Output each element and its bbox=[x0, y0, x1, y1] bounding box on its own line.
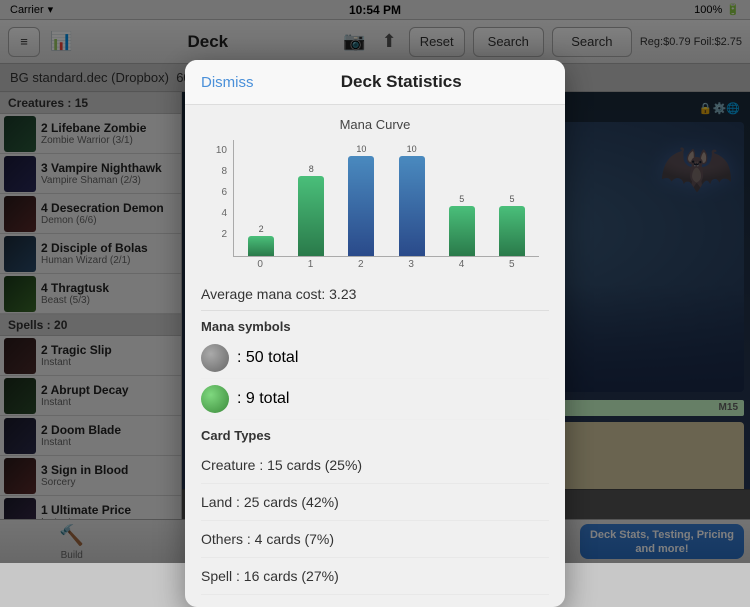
mana-row-grey: : 50 total bbox=[201, 338, 549, 379]
x-label-2: 2 bbox=[338, 259, 384, 270]
bar-1 bbox=[298, 176, 324, 256]
x-label-1: 1 bbox=[287, 259, 333, 270]
bar-0 bbox=[248, 236, 274, 256]
y-label-8: 8 bbox=[221, 166, 227, 177]
y-label-10: 10 bbox=[216, 145, 227, 156]
bar-value-5: 5 bbox=[509, 194, 514, 204]
bar-2 bbox=[348, 156, 374, 256]
mana-row-green: : 9 total bbox=[201, 379, 549, 420]
bar-value-4: 5 bbox=[459, 194, 464, 204]
mana-grey-count: : 50 total bbox=[237, 349, 298, 367]
avg-mana-cost: Average mana cost: 3.23 bbox=[201, 278, 549, 311]
mana-symbols-title: Mana symbols bbox=[201, 311, 549, 338]
dismiss-button[interactable]: Dismiss bbox=[201, 74, 254, 91]
mana-grey-symbol bbox=[201, 344, 229, 372]
modal-dialog: Dismiss Deck Statistics Mana Curve 10 8 … bbox=[185, 60, 565, 607]
mana-green-count: : 9 total bbox=[237, 390, 289, 408]
bar-value-2: 10 bbox=[356, 144, 366, 154]
bar-4 bbox=[449, 206, 475, 256]
bar-5 bbox=[499, 206, 525, 256]
card-type-land: Land : 25 cards (42%) bbox=[201, 484, 549, 521]
bar-value-1: 8 bbox=[309, 164, 314, 174]
x-label-0: 0 bbox=[237, 259, 283, 270]
y-label-6: 6 bbox=[221, 187, 227, 198]
mana-green-symbol bbox=[201, 385, 229, 413]
bar-value-0: 2 bbox=[259, 224, 264, 234]
modal-overlay[interactable]: Dismiss Deck Statistics Mana Curve 10 8 … bbox=[0, 0, 750, 563]
card-types-title: Card Types bbox=[201, 420, 549, 447]
chart-title: Mana Curve bbox=[201, 117, 549, 132]
modal-header: Dismiss Deck Statistics bbox=[185, 60, 565, 105]
y-label-2: 2 bbox=[221, 229, 227, 240]
chart-bars: 2 8 10 10 bbox=[233, 140, 539, 257]
modal-title: Deck Statistics bbox=[254, 72, 550, 92]
bar-value-3: 10 bbox=[407, 144, 417, 154]
bar-3 bbox=[399, 156, 425, 256]
card-type-spell: Spell : 16 cards (27%) bbox=[201, 558, 549, 595]
modal-body: Mana Curve 10 8 6 4 2 2 bbox=[185, 105, 565, 607]
card-type-others: Others : 4 cards (7%) bbox=[201, 521, 549, 558]
x-label-5: 5 bbox=[489, 259, 535, 270]
chart-x-labels: 0 1 2 3 4 5 bbox=[233, 257, 539, 270]
x-label-3: 3 bbox=[388, 259, 434, 270]
card-type-creature: Creature : 15 cards (25%) bbox=[201, 447, 549, 484]
x-label-4: 4 bbox=[438, 259, 484, 270]
y-label-4: 4 bbox=[221, 208, 227, 219]
